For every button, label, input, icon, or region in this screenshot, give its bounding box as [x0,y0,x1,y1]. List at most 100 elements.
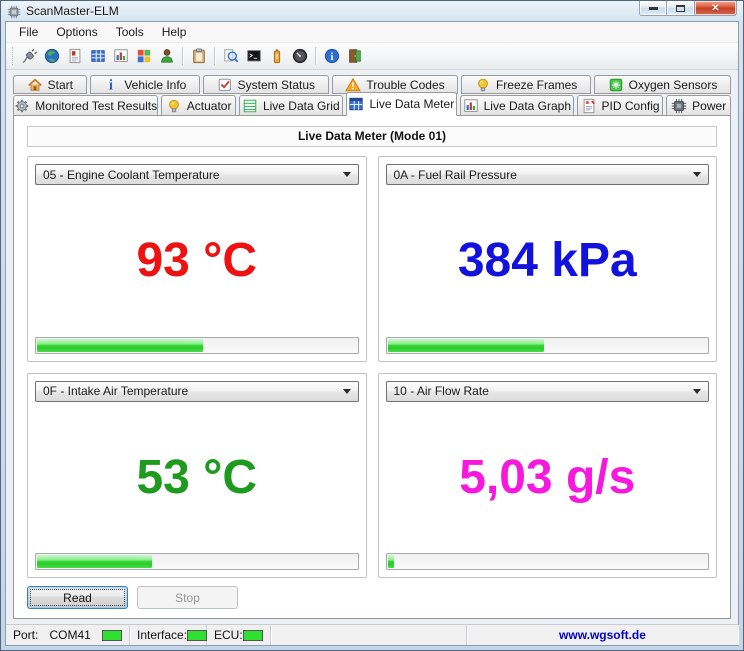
tab-start[interactable]: Start [13,75,87,94]
menu-file[interactable]: File [10,23,47,41]
battery-icon[interactable] [266,46,287,67]
tab-live-data-grid[interactable]: Live Data Grid [238,95,343,116]
pid-select-3[interactable]: 0F - Intake Air Temperature [35,380,359,402]
pid-select-2-value: 0A - Fuel Rail Pressure [393,167,517,182]
tab-vehicle-info[interactable]: i Vehicle Info [89,75,201,94]
tab-vehicle-info-label: Vehicle Info [124,77,187,92]
meter-value-4: 5,03 g/s [459,450,636,504]
close-button[interactable]: ✕ [695,1,737,16]
freeze-frames-icon [475,77,491,93]
meter-panel-1: 05 - Engine Coolant Temperature 93 °C [27,156,367,362]
live-data-grid-icon [242,98,258,114]
tab-monitored-test-results-label: Monitored Test Results [35,98,158,113]
tab-power-label: Power [692,98,727,113]
home-icon [27,77,43,93]
report-icon[interactable] [64,46,85,67]
pid-select-3-value: 0F - Intake Air Temperature [43,384,189,398]
tab-start-label: Start [47,77,73,92]
menu-options[interactable]: Options [47,23,106,41]
chevron-down-icon [693,172,701,177]
meter-progressbar-4 [385,553,709,570]
tab-oxygen-sensors-label: Oxygen Sensors [628,77,718,92]
client-area: File Options Tools Help i Start i Vehicle… [5,21,739,646]
pid-config-icon [581,98,597,114]
ecu-label: ECU: [214,628,243,642]
live-data-meter-icon [348,96,364,112]
port-led-indicator [102,629,122,641]
globe-icon[interactable] [41,46,62,67]
connect-icon[interactable] [18,46,39,67]
exit-icon[interactable] [344,46,365,67]
meter-progressbar-1 [35,336,359,354]
tab-live-data-meter[interactable]: Live Data Meter [345,92,457,116]
title-bar: ScanMaster-ELM ✕ [1,1,743,21]
meter-panel-4: 10 - Air Flow Rate 5,03 g/s [377,372,717,578]
meter-progress-fill-1 [37,338,204,352]
close-icon: ✕ [711,2,720,14]
svg-text:i: i [330,52,333,63]
clipboard-icon[interactable] [188,46,209,67]
tab-freeze-frames-label: Freeze Frames [495,77,578,92]
page-title: Live Data Meter (Mode 01) [27,126,717,147]
search-icon[interactable] [220,46,241,67]
meter-panel-2: 0A - Fuel Rail Pressure 384 kPa [377,156,717,362]
user-icon[interactable] [156,46,177,67]
pid-select-1[interactable]: 05 - Engine Coolant Temperature [35,164,359,185]
minimize-button[interactable] [639,1,667,16]
menu-tools[interactable]: Tools [107,23,153,41]
status-port-section: Port: COM41 [6,625,130,645]
svg-text:i: i [109,77,113,93]
meter-progressbar-3 [35,553,359,570]
toolbar-grip[interactable] [10,47,13,65]
app-chip-icon [7,4,21,19]
warning-icon [345,77,362,93]
status-bar: Port: COM41 Interface: ECU: www.wgsoft.d… [6,624,738,645]
info-icon[interactable]: i [321,46,342,67]
meters-grid: 05 - Engine Coolant Temperature 93 °C 0A… [27,156,717,578]
vehicle-info-icon: i [103,77,119,93]
menu-help[interactable]: Help [153,23,196,41]
tab-actuator[interactable]: Actuator [161,95,236,116]
tab-power[interactable]: Power [666,95,731,116]
maximize-button[interactable] [667,1,695,16]
minimize-icon [648,6,658,10]
website-link[interactable]: www.wgsoft.de [467,625,738,645]
chevron-down-icon [342,172,351,177]
tab-oxygen-sensors[interactable]: Oxygen Sensors [593,75,731,94]
meter-panel-3: 0F - Intake Air Temperature 53 °C [27,372,367,578]
status-interface-section: Interface: [130,625,208,645]
power-chip-icon [671,98,687,114]
tab-system-status[interactable]: System Status [203,75,329,94]
ecu-led-indicator [243,629,263,641]
data-graph-icon[interactable] [110,46,131,67]
system-status-icon [217,77,233,93]
tab-freeze-frames[interactable]: Freeze Frames [461,75,591,94]
meter-value-3: 53 °C [136,450,258,504]
meter-progress-fill-3 [37,555,153,568]
interface-led-indicator [187,629,208,641]
tab-monitored-test-results[interactable]: Monitored Test Results [13,95,159,116]
gauge-icon[interactable] [289,46,310,67]
tab-live-data-grid-label: Live Data Grid [262,98,340,113]
tab-live-data-meter-label: Live Data Meter [369,97,455,111]
stop-button[interactable]: Stop [137,586,238,609]
toolbar-separator [182,47,183,65]
tab-actuator-label: Actuator [186,98,232,113]
pid-select-2[interactable]: 0A - Fuel Rail Pressure [385,164,709,185]
tab-pid-config[interactable]: PID Config [576,95,664,116]
terminal-icon[interactable] [243,46,264,67]
data-grid-icon[interactable] [87,46,108,67]
gear-icon [14,98,30,114]
menu-bar: File Options Tools Help [6,22,738,43]
read-button[interactable]: Read [27,586,128,609]
toolbar: i [6,43,738,70]
tab-pid-config-label: PID Config [601,98,660,113]
live-data-meter-panel: Live Data Meter (Mode 01) 05 - Engine Co… [13,115,731,619]
actuator-icon [166,98,182,114]
port-label: Port: [13,628,39,642]
window-colors-icon[interactable] [133,46,154,67]
pid-select-1-value: 05 - Engine Coolant Temperature [43,167,220,182]
tab-live-data-graph[interactable]: Live Data Graph [459,95,574,116]
live-data-graph-icon [463,98,479,114]
pid-select-4[interactable]: 10 - Air Flow Rate [385,380,709,402]
